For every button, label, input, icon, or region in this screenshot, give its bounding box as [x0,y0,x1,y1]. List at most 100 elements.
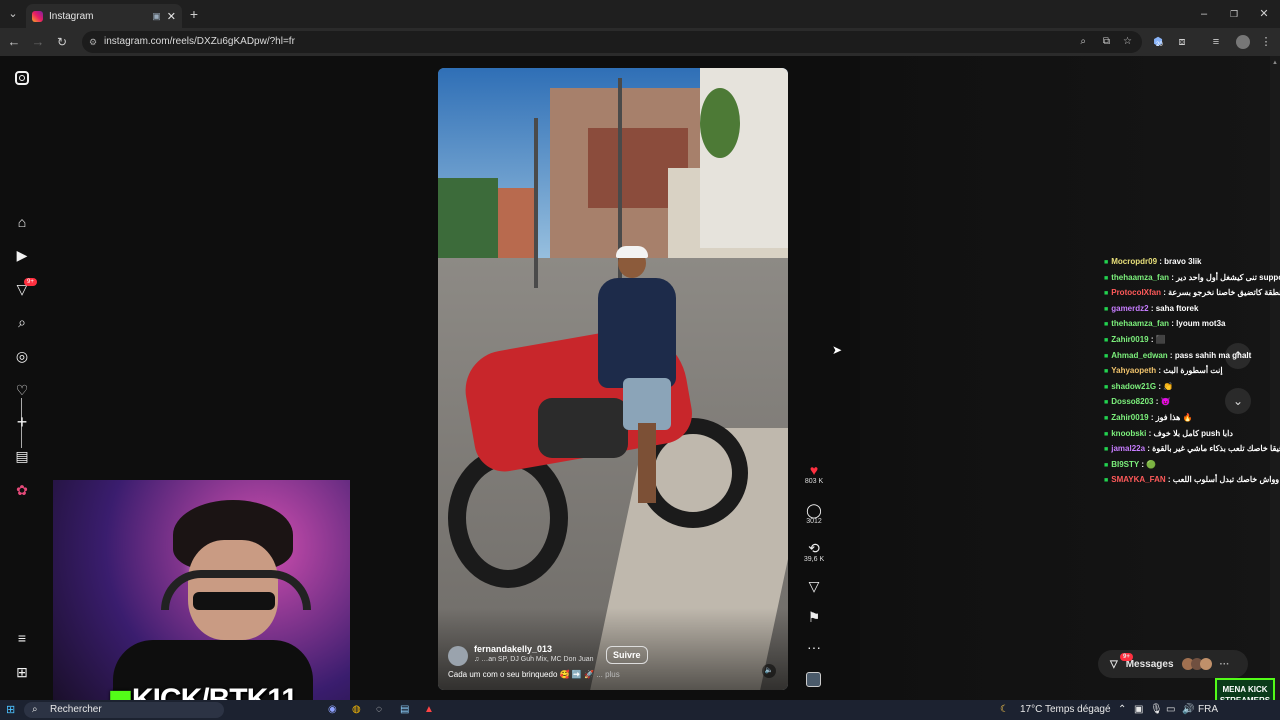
chat-text: : lyoum mot3a [1169,319,1226,329]
language-indicator[interactable]: FRA [1198,700,1218,720]
repost-action[interactable]: ⟲ 39,6 K [800,540,828,563]
tab-instagram[interactable]: Instagram ▣ ✕ [26,4,182,28]
mouse-cursor-icon: ➤ [832,343,843,357]
address-toolbar: ← → ↻ ⚙ instagram.com/reels/DXZu6gKADpw/… [0,28,1280,56]
forward-icon[interactable]: → [30,34,46,50]
windows-start-icon[interactable]: ⊞ [6,700,15,720]
weather-text[interactable]: 17°C Temps dégagé [1020,700,1111,720]
heart-icon[interactable]: ♡ [13,381,31,399]
install-app-icon[interactable]: ⧉ [1103,31,1110,53]
taskbar-search-icon: ⌕ [32,704,38,715]
kick-chat-icon: ■ [1104,461,1109,469]
chrome-icon[interactable]: ◍ [352,700,361,720]
chat-username: gamerdz2 [1111,303,1149,313]
share-icon[interactable]: ▽ [800,578,828,594]
chat-text: : قيقا خاصك تلعب بذكاء ماشي غير بالقوة [1145,444,1280,454]
audio-thumbnail[interactable] [806,672,821,687]
site-info-icon[interactable]: ⚙ [89,31,97,53]
profile-avatar-icon[interactable]: ✿ [13,481,31,499]
kick-chat-icon: ■ [1104,383,1109,391]
chat-text: : 👏 [1156,381,1174,391]
tab-media-icon[interactable]: ▣ [152,11,161,22]
browser-menu-icon[interactable]: ⋮ [1258,34,1274,50]
repost-icon[interactable]: ⟲ [800,540,828,556]
chat-message: ■ Zahir0019 : هذا فوز 🔥 [1104,411,1280,427]
home-icon[interactable]: ⌂ [13,213,31,231]
comment-icon[interactable]: ◯ [800,502,828,518]
caption-more-link[interactable]: ... plus [596,670,620,679]
tray-app-icon[interactable]: ▣ [1134,700,1143,720]
more-menu-icon[interactable]: ≡ [13,629,31,647]
messages-pill[interactable]: ▽ 9+ Messages ··· [1098,650,1248,678]
chat-username: jamal22a [1111,444,1146,454]
new-tab-icon[interactable]: + [186,6,202,22]
chat-message: ■ Mocropdr09 : bravo 3lik [1104,255,1280,271]
bookmark-star-icon[interactable]: ☆ [1123,31,1132,53]
window-close-icon[interactable]: ✕ [1256,6,1272,22]
tray-chevron-icon[interactable]: ⌃ [1118,700,1126,720]
url-text: instagram.com/reels/DXZu6gKADpw/?hl=fr [104,36,295,47]
tab-list-icon[interactable]: ⌄ [5,6,21,22]
kick-chat-icon: ■ [1104,274,1109,282]
restore-icon[interactable]: ❐ [1226,6,1242,22]
explore-icon[interactable]: ◎ [13,347,31,365]
messages-avatars [1181,658,1212,670]
chat-message: ■ Ahmad_edwan : pass sahih ma ghalt [1104,349,1280,365]
reload-icon[interactable]: ↻ [54,34,70,50]
messages-more-icon[interactable]: ··· [1220,659,1230,670]
share-action[interactable]: ▽ [800,578,828,594]
discord-icon[interactable]: ◉ [328,700,337,720]
scroll-up-icon[interactable]: ▲ [1272,60,1278,66]
kick-chat-icon: ■ [1104,352,1109,360]
reels-icon[interactable]: ▶ [13,246,31,264]
kick-chat-icon: ■ [1104,368,1109,376]
more-options-action[interactable]: ··· [800,639,828,655]
pdf-icon[interactable]: ▲ [424,700,434,720]
heart-filled-icon[interactable]: ♥ [800,462,828,478]
create-icon[interactable]: + [13,413,31,431]
trees [438,178,498,258]
comment-action[interactable]: ◯ 3012 [800,502,828,525]
microphone-icon[interactable]: 🎙 [1150,700,1163,720]
streamer-webcam [53,480,350,700]
author-avatar[interactable] [448,646,468,666]
tab-title: Instagram [49,10,94,22]
chat-text: : إنت أسطورة البث [1156,366,1223,376]
puzzle-icon[interactable]: ⧈ [1174,34,1190,50]
url-field[interactable]: ⚙ instagram.com/reels/DXZu6gKADpw/?hl=fr… [82,31,1142,53]
tab-close-icon[interactable]: ✕ [167,10,176,23]
chat-text: : 🟢 [1139,459,1157,469]
audio-track[interactable]: ♫ …an SP, DJ Guh Mix, MC Don Juan [474,656,594,663]
volume-icon[interactable]: 🔊 [1182,700,1194,720]
taskbar-search-label: Rechercher [50,704,102,715]
notepad-icon[interactable]: ▤ [400,700,409,720]
chat-text: : تنى كيشغل أول واحد دير support [1171,272,1280,282]
chat-username: Ahmad_edwan [1111,350,1168,360]
author-username[interactable]: fernandakelly_013 [474,644,552,654]
chat-message: ■ BI9STY : 🟢 [1104,458,1280,474]
instagram-logo-icon[interactable] [15,71,29,85]
search-icon[interactable]: ⌕ [13,313,31,331]
dashboard-icon[interactable]: ▤ [13,447,31,465]
network-icon[interactable]: ▭ [1166,700,1175,720]
right-tree [700,88,740,158]
more-options-icon[interactable]: ··· [800,639,828,655]
bookmark-icon[interactable]: ⚑ [800,609,828,625]
reel-video[interactable]: fernandakelly_013 ♫ …an SP, DJ Guh Mix, … [438,68,788,690]
save-action[interactable]: ⚑ [800,609,828,625]
kick-chat-icon: ■ [1104,430,1109,438]
like-action[interactable]: ♥ 803 K [800,462,828,485]
weather-moon-icon: ☾ [1000,704,1009,715]
taskbar-search[interactable]: ⌕ Rechercher [24,702,224,718]
mute-icon[interactable]: 🔈 [762,664,776,678]
media-control-icon[interactable]: ≡ [1208,34,1224,50]
chat-text: : المنطقة كاتضيق خاصنا نخرجو بسرعة [1161,288,1280,298]
stream-chat-overlay: ■ Mocropdr09 : bravo 3lik ■ thehaamza_fan :… [1104,255,1280,484]
profile-avatar[interactable] [1236,35,1250,49]
minimize-icon[interactable]: – [1196,6,1212,22]
zoom-icon[interactable]: ⌕ [1080,31,1086,53]
follow-button[interactable]: Suivre [606,646,648,664]
back-icon[interactable]: ← [6,34,22,50]
apps-icon[interactable]: ⊞ [13,663,31,681]
obs-icon[interactable]: ◌ [376,700,382,720]
